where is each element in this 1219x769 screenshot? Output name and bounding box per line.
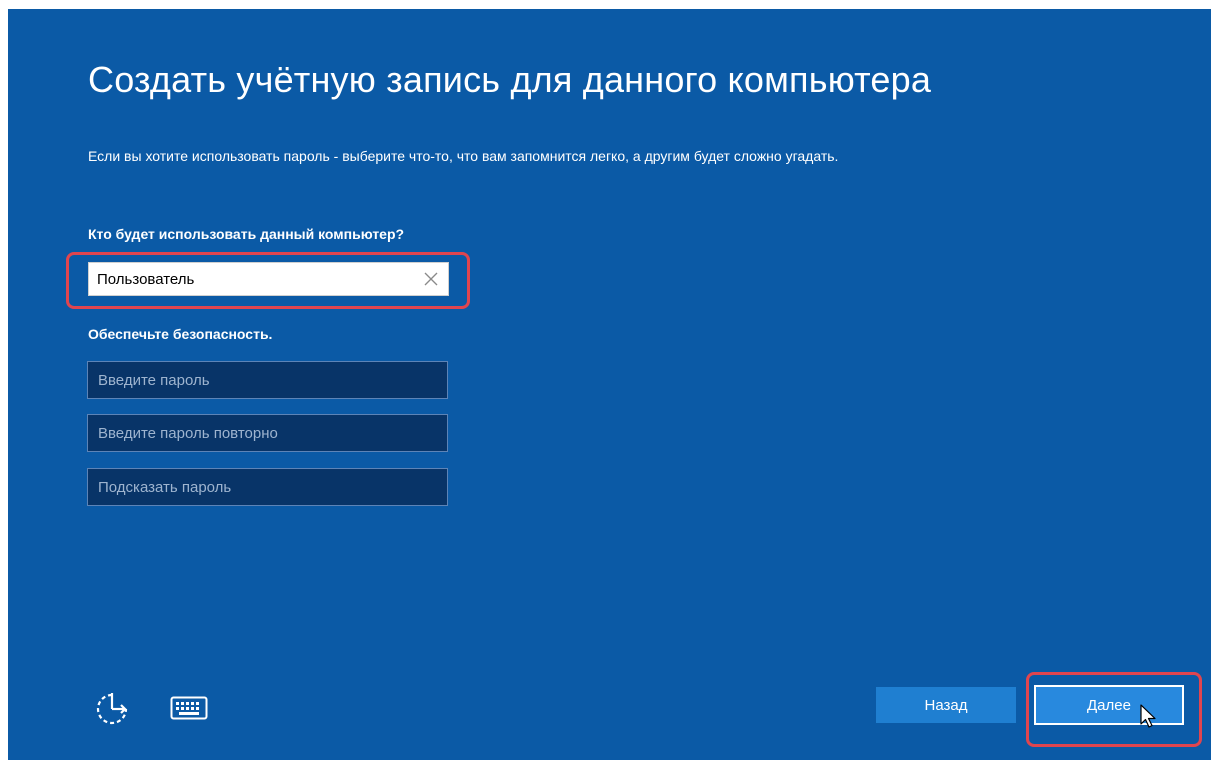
setup-screen: Создать учётную запись для данного компь… xyxy=(8,9,1211,760)
confirm-password-input[interactable] xyxy=(87,414,448,452)
ease-of-access-icon[interactable] xyxy=(92,689,132,729)
back-button[interactable]: Назад xyxy=(876,687,1016,723)
keyboard-icon[interactable] xyxy=(170,696,208,720)
username-input[interactable] xyxy=(89,263,409,295)
username-field xyxy=(88,262,449,296)
password-input[interactable] xyxy=(87,361,448,399)
page-title: Создать учётную запись для данного компь… xyxy=(88,59,932,100)
next-button[interactable]: Далее xyxy=(1034,685,1184,725)
password-hint-input[interactable] xyxy=(87,468,448,506)
close-icon[interactable] xyxy=(422,270,440,288)
user-question-label: Кто будет использовать данный компьютер? xyxy=(88,226,405,242)
mouse-cursor-icon xyxy=(1140,704,1158,730)
page-description: Если вы хотите использовать пароль - выб… xyxy=(88,148,839,164)
security-label: Обеспечьте безопасность. xyxy=(88,326,273,342)
